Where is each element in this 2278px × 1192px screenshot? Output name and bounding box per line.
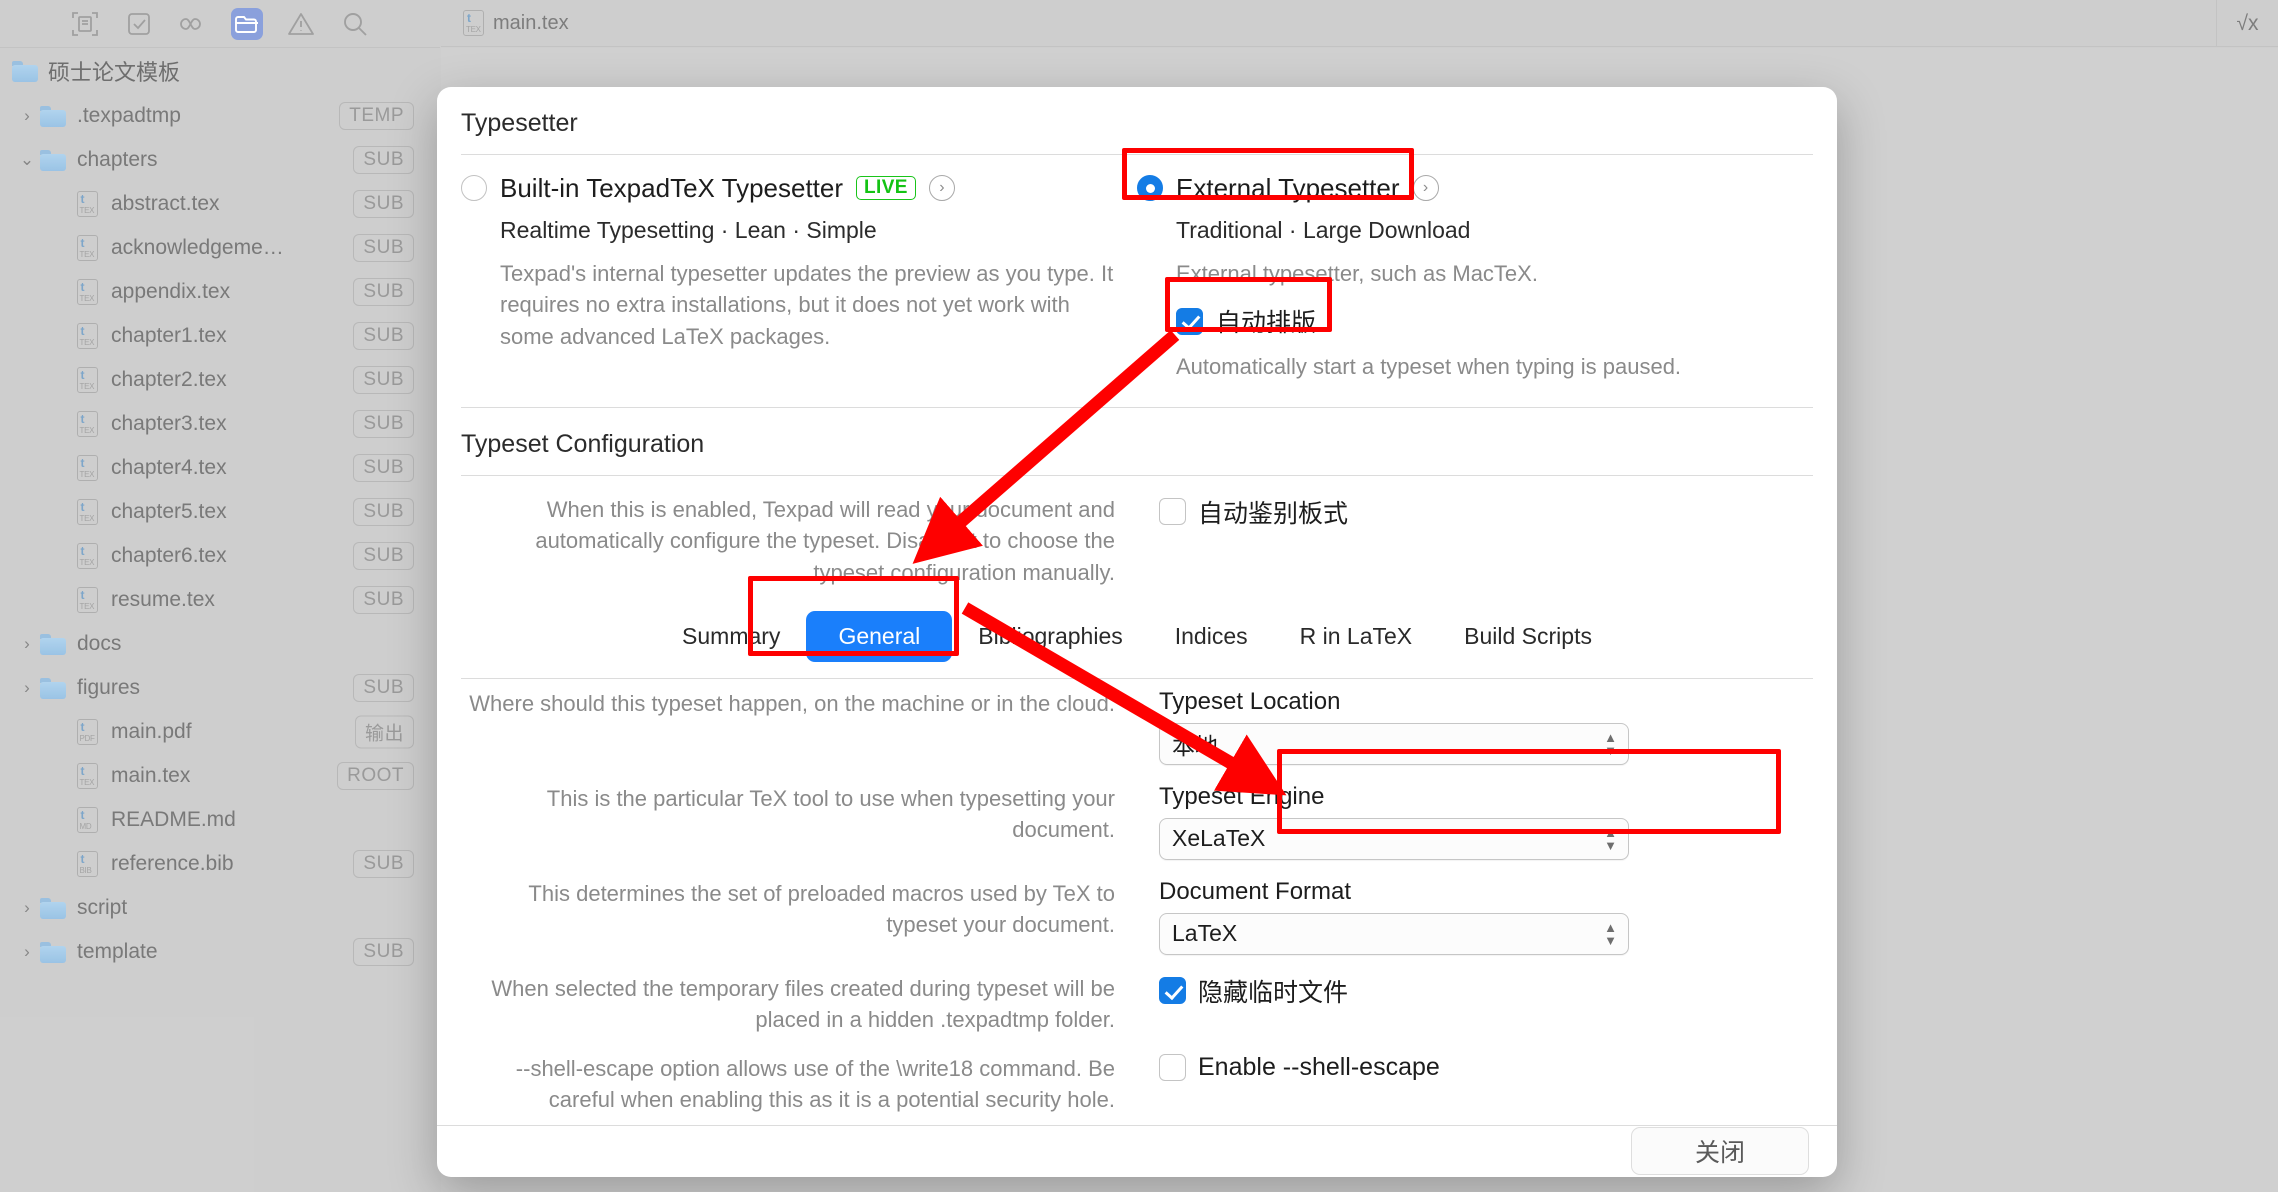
- external-typesetter-subtitle: Traditional · Large Download: [1176, 217, 1793, 244]
- external-typesetter-option[interactable]: External Typesetter › Traditional · Larg…: [1137, 173, 1813, 384]
- auto-typeset-row[interactable]: 自动排版: [1176, 303, 1793, 339]
- typesetter-section-title: Typesetter: [437, 87, 1837, 154]
- auto-detect-checkbox-row[interactable]: 自动鉴别板式: [1159, 494, 1813, 530]
- document-format-label: Document Format: [1159, 878, 1813, 906]
- enable-shell-escape-checkbox[interactable]: [1159, 1054, 1186, 1081]
- auto-detect-label: 自动鉴别板式: [1198, 494, 1348, 530]
- auto-typeset-checkbox[interactable]: [1176, 308, 1203, 335]
- field-3-checkbox[interactable]: [1159, 977, 1186, 1004]
- close-button[interactable]: 关闭: [1631, 1127, 1809, 1175]
- configuration-form: Where should this typeset happen, on the…: [437, 679, 1837, 1125]
- enable-shell-escape-checkbox-row[interactable]: Enable --shell-escape: [1159, 1053, 1813, 1082]
- builtin-typesetter-radio[interactable]: [461, 175, 487, 201]
- config-field-row: --shell-escape option allows use of the …: [461, 1044, 1813, 1124]
- auto-detect-row: When this is enabled, Texpad will read y…: [437, 476, 1837, 590]
- external-typesetter-radio[interactable]: [1137, 175, 1163, 201]
- chevron-updown-icon[interactable]: ▲▼: [1604, 732, 1617, 756]
- field-3-checkbox-row[interactable]: 隐藏临时文件: [1159, 973, 1813, 1009]
- typeset-engine-select[interactable]: XeLaTeX ▲▼: [1159, 818, 1629, 860]
- auto-detect-checkbox[interactable]: [1159, 498, 1186, 525]
- config-field-row: This determines the set of preloaded mac…: [461, 869, 1813, 964]
- enable-shell-escape-label: Enable --shell-escape: [1198, 1053, 1440, 1082]
- builtin-typesetter-title: Built-in TexpadTeX Typesetter: [500, 173, 843, 204]
- auto-typeset-hint: Automatically start a typeset when typin…: [1176, 351, 1793, 383]
- builtin-typesetter-option[interactable]: Built-in TexpadTeX Typesetter LIVE › Rea…: [461, 173, 1137, 384]
- config-field-description: This is the particular TeX tool to use w…: [461, 783, 1137, 845]
- config-field-row: When selected the temporary files create…: [461, 964, 1813, 1044]
- auto-typeset-label: 自动排版: [1216, 303, 1316, 339]
- tab-build-scripts[interactable]: Build Scripts: [1438, 613, 1618, 660]
- typeset-location-value: 本地: [1172, 727, 1218, 761]
- typesetter-options: Built-in TexpadTeX Typesetter LIVE › Rea…: [437, 155, 1837, 394]
- typeset-engine-value: XeLaTeX: [1172, 825, 1265, 852]
- auto-detect-description: When this is enabled, Texpad will read y…: [461, 494, 1137, 590]
- configuration-tabs: SummaryGeneralBibliographiesIndicesR in …: [437, 589, 1837, 678]
- builtin-typesetter-description: Texpad's internal typesetter updates the…: [500, 258, 1117, 354]
- config-field-description: When selected the temporary files create…: [461, 973, 1137, 1035]
- config-field-description: This determines the set of preloaded mac…: [461, 878, 1137, 940]
- tab-summary[interactable]: Summary: [656, 613, 806, 660]
- typeset-engine-label: Typeset Engine: [1159, 783, 1813, 811]
- typeset-location-select[interactable]: 本地 ▲▼: [1159, 723, 1629, 765]
- chevron-updown-icon[interactable]: ▲▼: [1604, 922, 1617, 946]
- tab-indices[interactable]: Indices: [1149, 613, 1274, 660]
- dialog-footer: 关闭: [437, 1125, 1837, 1177]
- external-typesetter-title: External Typesetter: [1176, 173, 1400, 204]
- chevron-right-icon[interactable]: ›: [929, 175, 955, 201]
- configuration-section-title: Typeset Configuration: [437, 408, 1837, 475]
- config-field-description: Where should this typeset happen, on the…: [461, 688, 1137, 719]
- tab-r-in-latex[interactable]: R in LaTeX: [1274, 613, 1439, 660]
- config-field-row: Where should this typeset happen, on the…: [461, 679, 1813, 774]
- typeset-location-label: Typeset Location: [1159, 688, 1813, 716]
- field-3-label: 隐藏临时文件: [1198, 973, 1348, 1009]
- builtin-typesetter-subtitle: Realtime Typesetting · Lean · Simple: [500, 217, 1117, 244]
- document-format-value: LaTeX: [1172, 920, 1237, 947]
- live-badge: LIVE: [856, 176, 916, 200]
- chevron-updown-icon[interactable]: ▲▼: [1604, 827, 1617, 851]
- config-field-row: This is the particular TeX tool to use w…: [461, 774, 1813, 869]
- tab-general[interactable]: General: [806, 611, 952, 662]
- chevron-right-icon[interactable]: ›: [1413, 175, 1439, 201]
- external-typesetter-description: External typesetter, such as MacTeX.: [1176, 258, 1793, 290]
- tab-bibliographies[interactable]: Bibliographies: [952, 613, 1148, 660]
- typesetter-dialog: Typesetter Built-in TexpadTeX Typesetter…: [437, 87, 1837, 1177]
- config-field-description: --shell-escape option allows use of the …: [461, 1053, 1137, 1115]
- document-format-select[interactable]: LaTeX ▲▼: [1159, 913, 1629, 955]
